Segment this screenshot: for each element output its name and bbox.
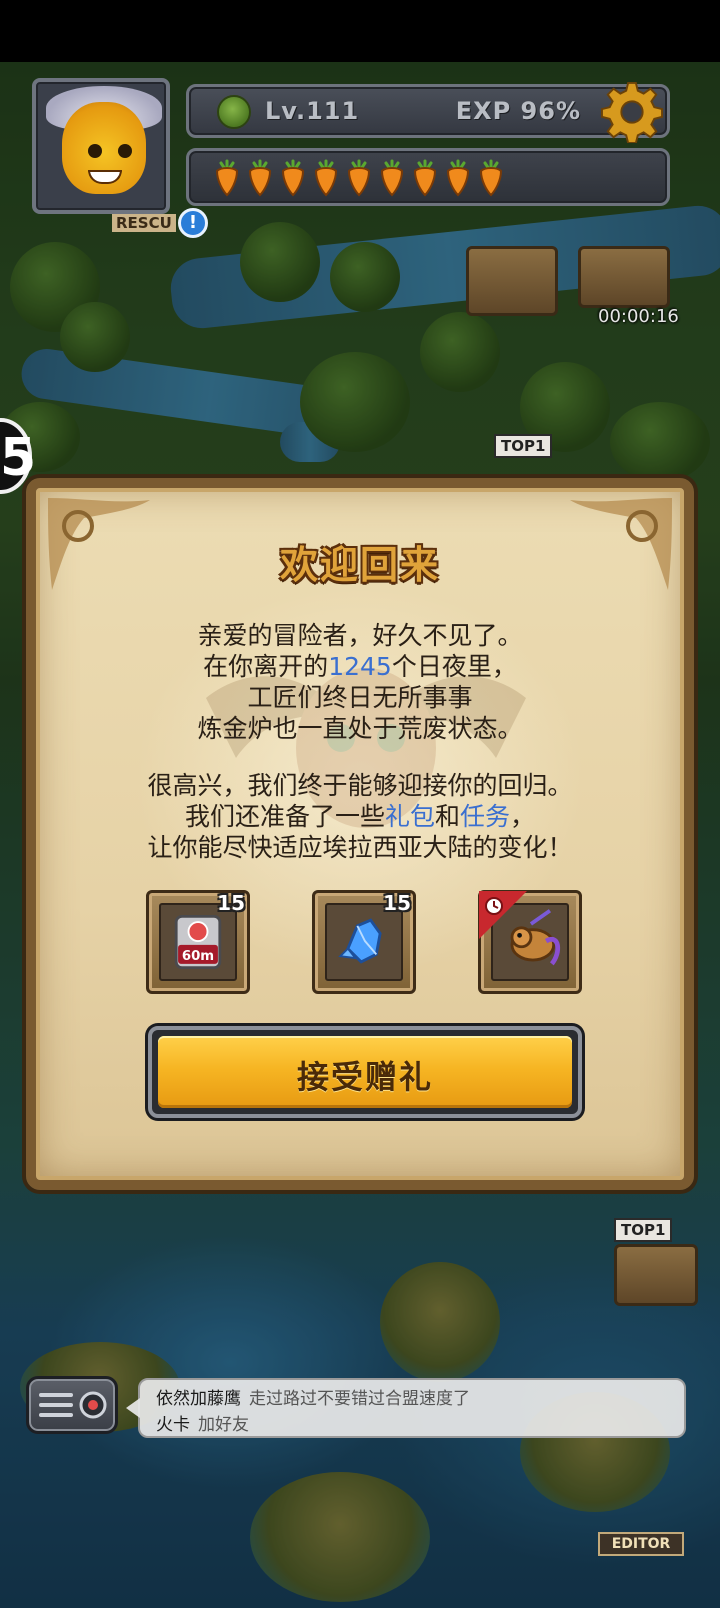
level-text: Lv.111 bbox=[265, 97, 360, 125]
gear-icon[interactable] bbox=[601, 81, 663, 143]
welcome-back-dialog: 欢迎回来 亲爱的冒险者，好久不见了。 在你离开的1245个日夜里， 工匠们终日无… bbox=[26, 478, 694, 1190]
message-line: 让你能尽快适应埃拉西亚大陆的变化！ bbox=[147, 833, 573, 862]
chat-preview[interactable]: 依然加藤鹰 走过路过不要错过合盟速度了 火卡 加好友 bbox=[126, 1378, 686, 1438]
player-avatar[interactable] bbox=[32, 78, 170, 214]
accept-gift-label: 接受赠礼 bbox=[296, 1058, 433, 1096]
chat-message: 加好友 bbox=[198, 1415, 249, 1435]
days-away-count: 1245 bbox=[328, 652, 392, 681]
carrot-icon bbox=[215, 159, 239, 197]
side-badge[interactable]: 5 bbox=[0, 418, 36, 494]
message-fragment: 在你离开的 bbox=[203, 652, 329, 681]
alert-icon[interactable]: ! bbox=[178, 208, 208, 238]
avatar-eye bbox=[88, 144, 102, 158]
carrot-icon bbox=[413, 159, 437, 197]
exp-text: EXP 96% bbox=[455, 97, 581, 125]
carrot-icon bbox=[380, 159, 404, 197]
message-line: 在你离开的1245个日夜里， bbox=[36, 651, 684, 682]
item-count: 15 bbox=[383, 891, 411, 915]
message-fragment: 我们还准备了一些 bbox=[184, 802, 385, 831]
tree-icon bbox=[217, 95, 251, 129]
rescue-sign[interactable]: RESCU bbox=[112, 214, 176, 232]
treasure-building[interactable] bbox=[578, 246, 670, 308]
message-line: 炼金炉也一直处于荒废状态。 bbox=[197, 714, 523, 743]
top-tag: TOP1 bbox=[614, 1218, 673, 1242]
chat-line: 火卡 加好友 bbox=[156, 1410, 249, 1435]
side-badge-number: 5 bbox=[0, 428, 37, 488]
message-fragment: 个日夜里， bbox=[391, 652, 517, 681]
editor-tag[interactable]: EDITOR bbox=[598, 1532, 684, 1556]
reward-item-speedup[interactable]: 60m 15 bbox=[146, 890, 250, 994]
gift-pack-link[interactable]: 礼包 bbox=[385, 802, 435, 831]
chat-message: 走过路过不要错过合盟速度了 bbox=[249, 1389, 470, 1409]
welcome-message: 亲爱的冒险者，好久不见了。 在你离开的1245个日夜里， 工匠们终日无所事事 炼… bbox=[36, 620, 684, 863]
carrot-icon bbox=[248, 159, 272, 197]
message-fragment: 和 bbox=[434, 802, 460, 831]
carrot-list bbox=[211, 157, 506, 197]
carrot-icon bbox=[446, 159, 470, 197]
chat-radio-icon bbox=[39, 1391, 107, 1419]
speedup-duration: 60m bbox=[182, 949, 214, 964]
avatar-eye bbox=[118, 144, 132, 158]
reward-item-pet[interactable] bbox=[478, 890, 582, 994]
accept-gift-button[interactable]: 接受赠礼 bbox=[148, 1026, 582, 1118]
carrot-icon bbox=[479, 159, 503, 197]
speedup-60m-icon: 60m bbox=[174, 914, 222, 970]
message-line: 亲爱的冒险者，好久不见了。 bbox=[197, 621, 523, 650]
chat-sender: 火卡 bbox=[156, 1415, 190, 1435]
carrot-icon bbox=[347, 159, 371, 197]
reward-item-crystal[interactable]: 15 bbox=[312, 890, 416, 994]
accept-gift-button-face: 接受赠礼 bbox=[158, 1036, 572, 1108]
carrot-energy-bar bbox=[186, 148, 670, 206]
message-line: 工匠们终日无所事事 bbox=[247, 683, 473, 712]
chat-button[interactable] bbox=[26, 1376, 118, 1434]
message-fragment: ， bbox=[510, 802, 536, 831]
quest-link[interactable]: 任务 bbox=[460, 802, 510, 831]
event-building-1[interactable] bbox=[466, 246, 558, 316]
chat-line: 依然加藤鹰 走过路过不要错过合盟速度了 bbox=[156, 1384, 470, 1409]
message-line: 我们还准备了一些礼包和任务， bbox=[36, 801, 684, 832]
carrot-icon bbox=[281, 159, 305, 197]
player-building[interactable] bbox=[614, 1244, 698, 1306]
limited-time-ribbon-icon bbox=[479, 891, 527, 939]
message-line: 很高兴，我们终于能够迎接你的回归。 bbox=[147, 771, 573, 800]
blue-crystal-icon bbox=[338, 918, 382, 964]
chat-sender: 依然加藤鹰 bbox=[156, 1389, 241, 1409]
top-tag: TOP1 bbox=[494, 434, 553, 458]
item-count: 15 bbox=[217, 891, 245, 915]
dialog-title: 欢迎回来 bbox=[279, 543, 440, 587]
building-timer: 00:00:16 bbox=[598, 306, 679, 327]
reward-items: 60m 15 15 bbox=[146, 890, 582, 994]
carrot-icon bbox=[314, 159, 338, 197]
level-bar: Lv.111 EXP 96% bbox=[186, 81, 670, 143]
